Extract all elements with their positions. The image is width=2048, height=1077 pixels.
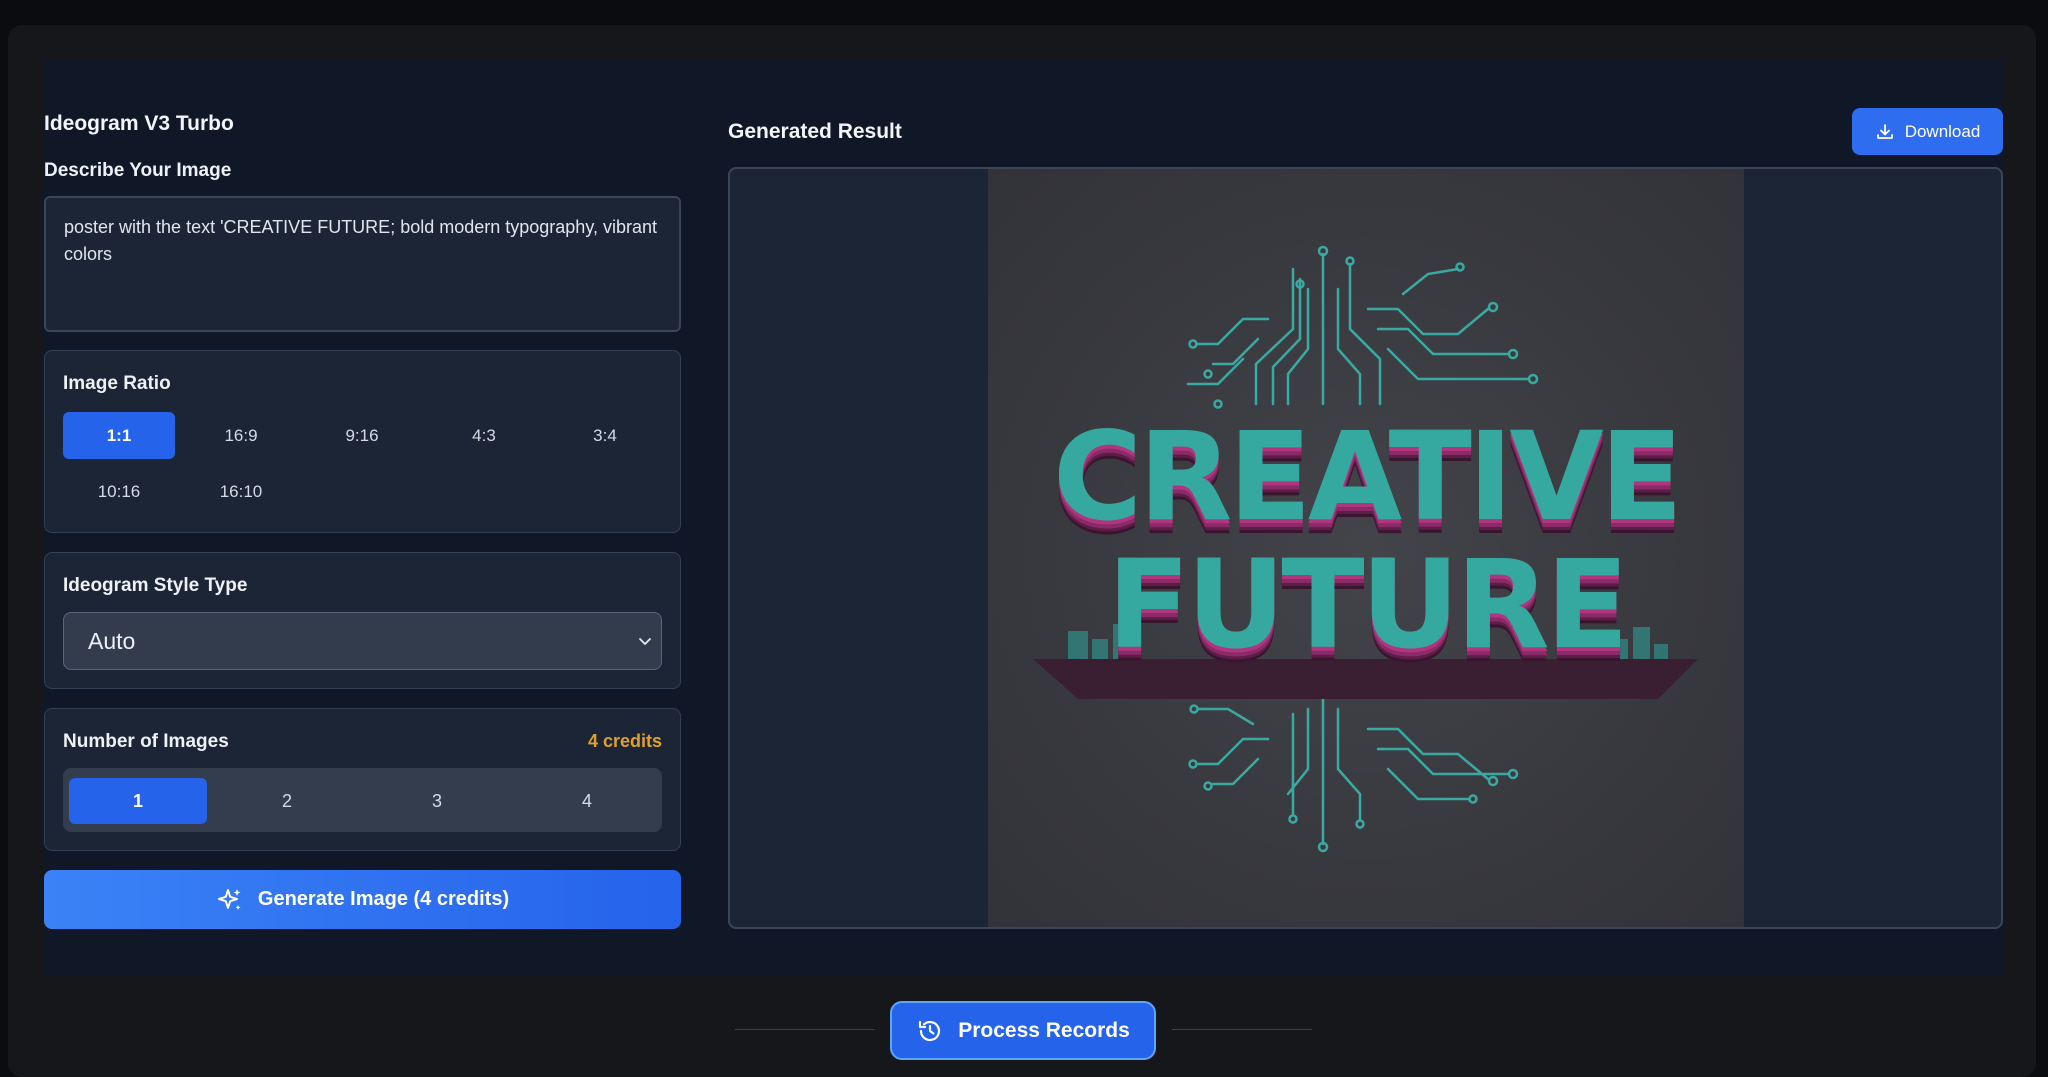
chevron-down-icon	[639, 638, 651, 645]
ratio-option-1-1[interactable]: 1:1	[63, 412, 175, 459]
generated-image[interactable]: CREATIVE FUTURE	[988, 169, 1744, 927]
ratio-option-10-16[interactable]: 10:16	[63, 468, 175, 515]
process-records-label: Process Records	[958, 1018, 1130, 1042]
process-records-button[interactable]: Process Records	[890, 1001, 1156, 1060]
prompt-label: Describe Your Image	[44, 160, 232, 181]
ratio-option-16-10[interactable]: 16:10	[185, 468, 297, 515]
divider-left	[735, 1029, 875, 1030]
generate-button[interactable]: Generate Image (4 credits)	[44, 870, 681, 929]
ratio-option-4-3[interactable]: 4:3	[428, 412, 540, 459]
image-text-line2: FUTURE	[1107, 534, 1629, 676]
sparkle-icon	[217, 888, 241, 910]
model-title: Ideogram V3 Turbo	[44, 112, 234, 135]
style-select-value: Auto	[88, 627, 136, 654]
download-button[interactable]: Download	[1852, 108, 2003, 155]
count-option-4[interactable]: 4	[518, 778, 656, 824]
download-label: Download	[1904, 121, 1981, 141]
style-card: Ideogram Style Type Auto	[44, 552, 681, 689]
download-icon	[1876, 123, 1893, 139]
divider-right	[1172, 1029, 1312, 1030]
ratio-label: Image Ratio	[63, 373, 171, 394]
credits-badge: 4 credits	[587, 731, 662, 751]
ratio-option-16-9[interactable]: 16:9	[185, 412, 297, 459]
image-text-line1: CREATIVE	[1052, 406, 1683, 548]
style-select[interactable]: Auto	[63, 612, 662, 670]
style-label: Ideogram Style Type	[63, 575, 248, 596]
result-frame: CREATIVE FUTURE	[728, 167, 2003, 929]
count-option-1[interactable]: 1	[69, 778, 207, 824]
prompt-textarea[interactable]: poster with the text 'CREATIVE FUTURE; b…	[44, 196, 681, 332]
count-label: Number of Images	[63, 731, 229, 752]
count-option-3[interactable]: 3	[368, 778, 506, 824]
ratio-option-3-4[interactable]: 3:4	[549, 412, 661, 459]
result-title: Generated Result	[728, 120, 902, 143]
count-selector: 1 2 3 4	[63, 768, 662, 832]
count-option-2[interactable]: 2	[218, 778, 356, 824]
history-icon	[919, 1020, 941, 1041]
ratio-option-9-16[interactable]: 9:16	[306, 412, 418, 459]
generate-label: Generate Image (4 credits)	[257, 888, 510, 910]
count-card: Number of Images 4 credits 1 2 3 4	[44, 708, 681, 851]
ratio-card: Image Ratio 1:1 16:9 9:16 4:3 3:4 10:16 …	[44, 350, 681, 533]
